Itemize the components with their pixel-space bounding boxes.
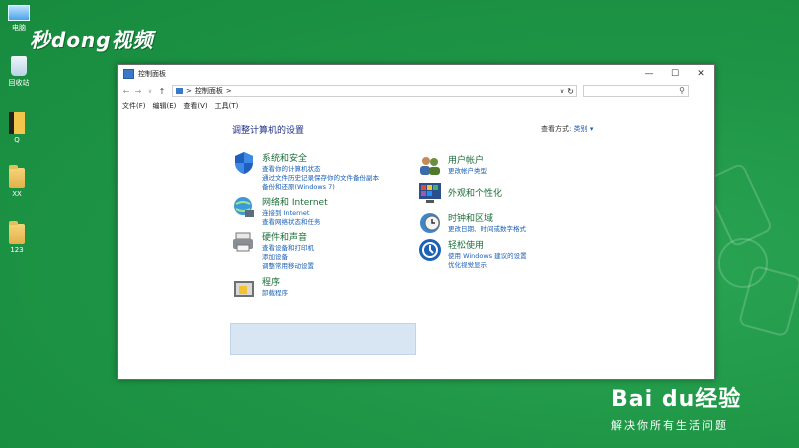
address-sep: > (225, 87, 232, 95)
desktop-icon-label: 回收站 (8, 79, 30, 87)
folder-icon (9, 221, 25, 244)
shield-icon (235, 152, 253, 174)
computer-icon (8, 5, 30, 21)
view-by-label: 查看方式: (541, 125, 572, 133)
link-mobility-settings[interactable]: 调整常用移动设置 (262, 260, 314, 270)
close-button[interactable]: ✕ (688, 69, 714, 79)
programs-icon (234, 281, 254, 297)
desktop-icon-123[interactable]: 123 (0, 221, 34, 254)
menu-file[interactable]: 文件(F) (122, 101, 146, 111)
printer-icon (233, 232, 253, 252)
menu-edit[interactable]: 编辑(E) (153, 101, 177, 111)
link-date-time-format[interactable]: 更改日期、时间或数字格式 (448, 223, 526, 233)
address-dropdown-icon[interactable]: ∨ (560, 88, 564, 95)
up-button[interactable]: ↑ (156, 87, 168, 96)
maximize-button[interactable]: ☐ (662, 69, 688, 79)
search-icon: ⚲ (679, 86, 685, 95)
decorative-circle (718, 238, 768, 288)
file-icon (9, 112, 25, 134)
link-optimize-display[interactable]: 优化视觉显示 (448, 259, 487, 269)
address-sep: > (186, 87, 192, 95)
back-button[interactable]: ← (120, 87, 132, 96)
page-title: 调整计算机的设置 (232, 126, 305, 136)
link-network-status[interactable]: 查看网络状态和任务 (262, 216, 321, 226)
ease-of-access-icon (419, 239, 441, 261)
desktop-icon-recycle-bin[interactable]: 回收站 (2, 56, 36, 88)
view-by: 查看方式: 类别 ▾ (541, 124, 593, 134)
refresh-icon[interactable]: ↻ (567, 87, 574, 96)
brand-slogan: 解决你所有生活问题 (611, 419, 728, 432)
recent-locations-button[interactable]: ∨ (144, 88, 156, 95)
control-panel-icon (123, 69, 134, 79)
clock-globe-icon (420, 213, 440, 233)
network-globe-icon (234, 197, 254, 217)
category-title[interactable]: 外观和个性化 (448, 186, 502, 199)
desktop-icon-label: 123 (10, 246, 24, 254)
title-bar[interactable]: 控制面板 — ☐ ✕ (118, 65, 714, 83)
link-change-account-type[interactable]: 更改帐户类型 (448, 165, 487, 175)
menu-view[interactable]: 查看(V) (183, 101, 207, 111)
content-area: 调整计算机的设置 查看方式: 类别 ▾ 系统和安全 查看你的计算机状态 通过文件… (118, 115, 714, 379)
address-row: ← → ∨ ↑ > 控制面板 > ∨ ↻ ⚲ (118, 83, 714, 99)
link-uninstall-program[interactable]: 卸载程序 (262, 287, 288, 297)
desktop-icon-label: Q (14, 136, 20, 144)
link-backup-restore[interactable]: 备份和还原(Windows 7) (262, 181, 335, 191)
address-bar[interactable]: > 控制面板 > ∨ ↻ (172, 85, 577, 97)
brand-watermark-top: 秒dong视频 (30, 28, 154, 52)
search-input[interactable]: ⚲ (583, 85, 689, 97)
forward-button[interactable]: → (132, 87, 144, 96)
brand-name: Bai du经验 (611, 387, 742, 412)
view-by-dropdown[interactable]: 类别 ▾ (574, 125, 594, 133)
users-icon (420, 157, 440, 175)
brand-watermark-bottom: Bai du经验 解决你所有生活问题 (611, 381, 741, 433)
control-panel-window: 控制面板 — ☐ ✕ ← → ∨ ↑ > 控制面板 > ∨ ↻ ⚲ 文件(F) … (117, 64, 715, 380)
recycle-bin-icon (11, 56, 27, 76)
control-panel-icon (176, 88, 183, 94)
desktop-icon-label: 电脑 (12, 24, 26, 32)
hover-highlight-programs (230, 323, 416, 355)
menu-bar: 文件(F) 编辑(E) 查看(V) 工具(T) (118, 99, 714, 113)
desktop-icon-label: XX (12, 190, 22, 198)
desktop-icon-q[interactable]: Q (0, 112, 34, 144)
window-title: 控制面板 (138, 70, 166, 78)
desktop-icon-computer[interactable]: 电脑 (2, 2, 36, 33)
folder-icon (9, 165, 25, 188)
breadcrumb-control-panel[interactable]: 控制面板 (195, 86, 223, 96)
desktop-icon-xx[interactable]: XX (0, 165, 34, 198)
appearance-icon (419, 183, 441, 203)
menu-tools[interactable]: 工具(T) (215, 101, 239, 111)
minimize-button[interactable]: — (636, 69, 662, 79)
